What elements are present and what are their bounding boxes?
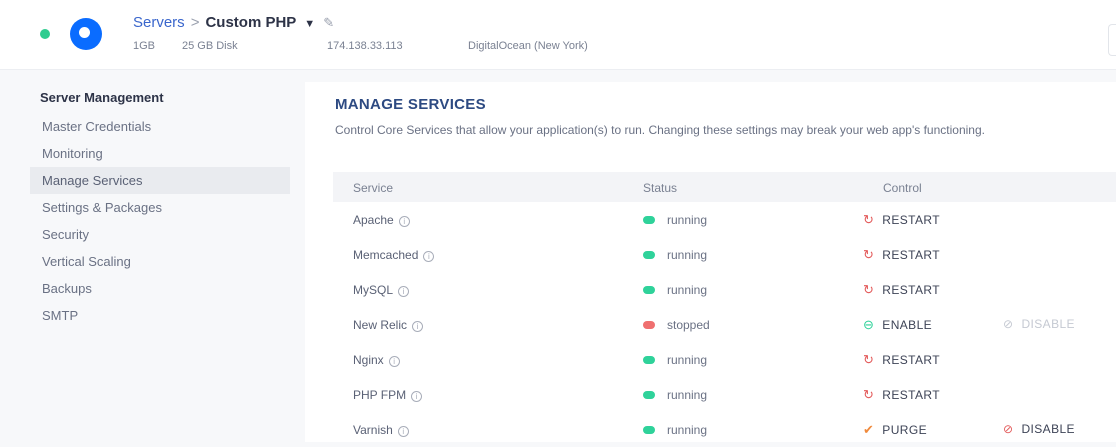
table-row: Nginx i running ↻ RESTART xyxy=(333,342,1116,377)
info-icon[interactable]: i xyxy=(388,356,400,367)
sidebar-item-monitoring[interactable]: Monitoring xyxy=(30,140,290,167)
disable-button[interactable]: ⊘ DISABLE xyxy=(1003,317,1075,331)
table-row: MySQL i running ↻ RESTART xyxy=(333,272,1116,307)
status-text: stopped xyxy=(667,318,710,332)
digitalocean-logo-icon xyxy=(70,18,102,50)
status-dot xyxy=(643,321,655,329)
restart-button[interactable]: ↻ RESTART xyxy=(863,387,940,403)
status-dot xyxy=(643,391,655,399)
restart-icon: ↻ xyxy=(863,212,875,227)
info-icon[interactable]: i xyxy=(397,426,409,437)
column-header-control: Control xyxy=(883,181,922,195)
restart-button[interactable]: ↻ RESTART xyxy=(863,212,940,228)
sidebar-item-backups[interactable]: Backups xyxy=(30,275,290,302)
table-row: PHP FPM i running ↻ RESTART xyxy=(333,377,1116,412)
server-disk: 25 GB Disk xyxy=(182,40,238,52)
enable-button[interactable]: ⊖ ENABLE xyxy=(863,317,932,333)
table-row: Varnish i running ✔ PURGE ⊘ DISABLE xyxy=(333,412,1116,447)
status-text: running xyxy=(667,283,708,297)
service-name: Varnish i xyxy=(353,423,409,437)
restart-button[interactable]: ↻ RESTART xyxy=(863,282,940,298)
column-header-service: Service xyxy=(353,181,394,195)
table-row: Apache i running ↻ RESTART xyxy=(333,202,1116,237)
restart-icon: ↻ xyxy=(863,247,875,262)
status-dot xyxy=(643,286,655,294)
info-icon[interactable]: i xyxy=(412,321,424,332)
restart-icon: ↻ xyxy=(863,387,875,402)
sidebar-item-master-credentials[interactable]: Master Credentials xyxy=(30,113,290,140)
table-header: Service Status Control xyxy=(333,172,1116,202)
server-status-indicator xyxy=(40,29,50,39)
status-text: running xyxy=(667,388,708,402)
sidebar-title: Server Management xyxy=(40,90,164,105)
status-text: running xyxy=(667,353,708,367)
status-text: running xyxy=(667,423,708,437)
service-name: Apache i xyxy=(353,213,410,227)
disable-icon: ⊘ xyxy=(1003,317,1014,331)
restart-icon: ↻ xyxy=(863,352,875,367)
services-table: Service Status Control Apache i running ↻… xyxy=(333,172,1116,447)
edit-pencil-icon[interactable]: ✎ xyxy=(323,15,334,30)
enable-icon: ⊖ xyxy=(863,317,875,332)
server-provider: DigitalOcean (New York) xyxy=(468,40,588,52)
purge-button[interactable]: ✔ PURGE xyxy=(863,422,927,438)
page-description: Control Core Services that allow your ap… xyxy=(335,123,985,137)
info-icon[interactable]: i xyxy=(398,286,410,297)
status-dot xyxy=(643,426,655,434)
restart-button[interactable]: ↻ RESTART xyxy=(863,352,940,368)
status-dot xyxy=(643,251,655,259)
server-ram: 1GB xyxy=(133,40,156,52)
main-panel: MANAGE SERVICES Control Core Services th… xyxy=(305,82,1116,442)
server-ip: 174.138.33.113 xyxy=(327,40,403,52)
page-title: MANAGE SERVICES xyxy=(335,96,486,113)
service-name: Memcached i xyxy=(353,248,435,262)
table-row: New Relic i stopped ⊖ ENABLE ⊘ DISABLE xyxy=(333,307,1116,342)
sidebar-item-settings-packages[interactable]: Settings & Packages xyxy=(30,194,290,221)
status-text: running xyxy=(667,248,708,262)
sidebar-item-vertical-scaling[interactable]: Vertical Scaling xyxy=(30,248,290,275)
chevron-down-icon[interactable]: ▼ xyxy=(304,18,315,30)
table-row: Memcached i running ↻ RESTART xyxy=(333,237,1116,272)
info-icon[interactable]: i xyxy=(423,251,435,262)
top-bar: Servers > Custom PHP ▼ ✎ 1GB 25 GB Disk 174.… xyxy=(0,0,1116,70)
column-header-status: Status xyxy=(643,181,678,195)
service-name: MySQL i xyxy=(353,283,410,297)
server-name: Custom PHP xyxy=(205,14,297,31)
info-icon[interactable]: i xyxy=(398,216,410,227)
breadcrumb-servers-link[interactable]: Servers xyxy=(133,14,185,31)
breadcrumb-separator: > xyxy=(190,14,200,31)
status-text: running xyxy=(667,213,708,227)
breadcrumb: Servers > Custom PHP ▼ ✎ xyxy=(133,14,334,31)
sidebar-item-smtp[interactable]: SMTP xyxy=(30,302,290,329)
service-name: Nginx i xyxy=(353,353,400,367)
sidebar: Server Management Master Credentials Mon… xyxy=(30,80,290,329)
broom-icon: ✔ xyxy=(863,422,875,437)
service-name: PHP FPM i xyxy=(353,388,423,402)
status-dot xyxy=(643,356,655,364)
sidebar-item-manage-services[interactable]: Manage Services xyxy=(30,167,290,194)
restart-button[interactable]: ↻ RESTART xyxy=(863,247,940,263)
restart-icon: ↻ xyxy=(863,282,875,297)
status-dot xyxy=(643,216,655,224)
info-icon[interactable]: i xyxy=(411,391,423,402)
sidebar-item-security[interactable]: Security xyxy=(30,221,290,248)
header-action-button[interactable] xyxy=(1108,24,1116,56)
service-name: New Relic i xyxy=(353,318,424,332)
